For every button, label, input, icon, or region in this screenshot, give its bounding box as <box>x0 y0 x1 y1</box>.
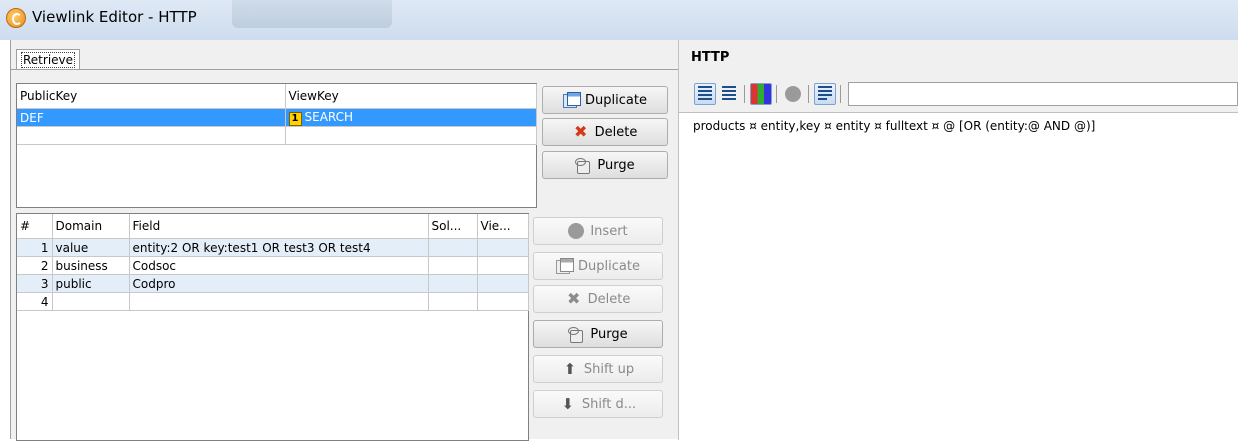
domain-cell[interactable] <box>52 292 130 311</box>
key-number-badge: 1 <box>288 111 302 126</box>
window-title: Viewlink Editor - HTTP <box>32 8 197 26</box>
toolbar-separator <box>776 85 777 103</box>
duplicate-icon <box>556 258 575 274</box>
domain-cell[interactable]: public <box>52 274 130 293</box>
viewkey-value: SEARCH <box>304 109 354 124</box>
toolbar-separator <box>840 85 841 103</box>
row-number: 3 <box>17 274 53 293</box>
delete-x-icon: ✖ <box>573 122 588 141</box>
search-input[interactable] <box>848 82 1238 106</box>
stop-circle-icon <box>785 86 801 102</box>
column-header-publickey[interactable]: PublicKey <box>17 84 286 109</box>
field-cell[interactable]: Codpro <box>129 274 429 293</box>
duplicate-field-button[interactable]: Duplicate <box>533 252 663 280</box>
column-header-domain[interactable]: Domain <box>52 214 130 239</box>
insert-button[interactable]: Insert <box>533 217 663 245</box>
table-row[interactable] <box>17 126 537 145</box>
arrow-down-icon: ⬇ <box>561 395 575 413</box>
shift-up-button[interactable]: ⬆ Shift up <box>533 355 663 383</box>
stop-icon[interactable] <box>782 83 804 105</box>
right-panel-header: HTTP <box>678 40 1238 78</box>
purge-key-label: Purge <box>597 157 635 173</box>
query-editor[interactable]: products ¤ entity,key ¤ entity ¤ fulltex… <box>678 112 1238 440</box>
duplicate-key-label: Duplicate <box>585 92 647 108</box>
right-panel-title: HTTP <box>691 50 730 65</box>
column-header-field[interactable]: Field <box>129 214 429 239</box>
right-panel: HTTP products ¤ entity,key ¤ entity ¤ fu… <box>678 40 1238 440</box>
left-panel: Retrieve PublicKey ViewKey DEF 1 SEARCH D… <box>10 40 679 441</box>
purge-field-label: Purge <box>590 326 628 342</box>
table-row[interactable]: 1 value entity:2 OR key:test1 OR test3 O… <box>17 238 529 257</box>
duplicate-icon <box>563 92 582 108</box>
fields-table: # Domain Field Sol... Vie... 1 value ent… <box>16 213 529 441</box>
app-icon <box>6 8 26 28</box>
delete-key-button[interactable]: ✖ Delete <box>542 118 668 146</box>
publickey-cell[interactable]: DEF <box>17 108 286 127</box>
purge-icon <box>568 326 584 343</box>
row-number: 2 <box>17 256 53 275</box>
delete-field-label: Delete <box>587 291 631 307</box>
column-header-sol[interactable]: Sol... <box>428 214 478 239</box>
delete-key-label: Delete <box>594 124 638 140</box>
tab-retrieve[interactable]: Retrieve <box>16 49 81 70</box>
tab-retrieve-label: Retrieve <box>21 52 76 68</box>
sol-cell[interactable] <box>428 292 478 311</box>
purge-icon <box>575 157 591 174</box>
publickey-cell[interactable] <box>17 126 286 145</box>
shift-down-button[interactable]: ⬇ Shift d... <box>533 390 663 418</box>
table-row[interactable]: 2 business Codsoc <box>17 256 529 275</box>
vie-cell[interactable] <box>477 292 529 311</box>
table-row[interactable]: DEF 1 SEARCH <box>17 108 537 127</box>
domain-cell[interactable]: value <box>52 238 130 257</box>
keys-table-header: PublicKey ViewKey <box>17 84 537 109</box>
title-bar: Viewlink Editor - HTTP <box>0 0 1238 40</box>
column-header-number[interactable]: # <box>17 214 53 239</box>
domain-cell[interactable]: business <box>52 256 130 275</box>
sol-cell[interactable] <box>428 256 478 275</box>
row-number: 4 <box>17 292 53 311</box>
tab-divider <box>11 69 679 70</box>
titlebar-decoration <box>232 0 392 28</box>
toolbar-separator <box>744 85 745 103</box>
sol-cell[interactable] <box>428 238 478 257</box>
align-justify-icon[interactable] <box>718 83 740 105</box>
fields-table-header: # Domain Field Sol... Vie... <box>17 214 529 239</box>
vie-cell[interactable] <box>477 238 529 257</box>
purge-key-button[interactable]: Purge <box>542 151 668 179</box>
field-cell[interactable]: Codsoc <box>129 256 429 275</box>
color-grid-icon[interactable] <box>750 83 772 105</box>
vie-cell[interactable] <box>477 256 529 275</box>
viewkey-cell[interactable] <box>285 126 537 145</box>
duplicate-key-button[interactable]: Duplicate <box>542 86 668 114</box>
sol-cell[interactable] <box>428 274 478 293</box>
purge-field-button[interactable]: Purge <box>533 320 663 348</box>
insert-label: Insert <box>590 223 628 239</box>
duplicate-field-label: Duplicate <box>578 258 640 274</box>
delete-x-icon: ✖ <box>566 289 581 308</box>
arrow-up-icon: ⬆ <box>563 360 577 378</box>
table-row[interactable]: 4 <box>17 292 529 311</box>
toolbar-separator <box>808 85 809 103</box>
delete-field-button[interactable]: ✖ Delete <box>533 285 663 313</box>
align-left-icon[interactable] <box>814 83 836 105</box>
field-cell[interactable]: entity:2 OR key:test1 OR test3 OR test4 <box>129 238 429 257</box>
column-header-viewkey[interactable]: ViewKey <box>285 84 537 109</box>
vie-cell[interactable] <box>477 274 529 293</box>
query-text: products ¤ entity,key ¤ entity ¤ fulltex… <box>693 119 1096 133</box>
row-number: 1 <box>17 238 53 257</box>
keys-table: PublicKey ViewKey DEF 1 SEARCH <box>16 83 537 208</box>
insert-icon <box>568 223 585 239</box>
shift-up-label: Shift up <box>583 361 635 377</box>
table-row[interactable]: 3 public Codpro <box>17 274 529 293</box>
viewkey-cell[interactable]: 1 SEARCH <box>285 108 537 127</box>
field-cell[interactable] <box>129 292 429 311</box>
column-header-vie[interactable]: Vie... <box>477 214 529 239</box>
indent-icon[interactable] <box>694 83 716 105</box>
shift-down-label: Shift d... <box>581 396 637 412</box>
